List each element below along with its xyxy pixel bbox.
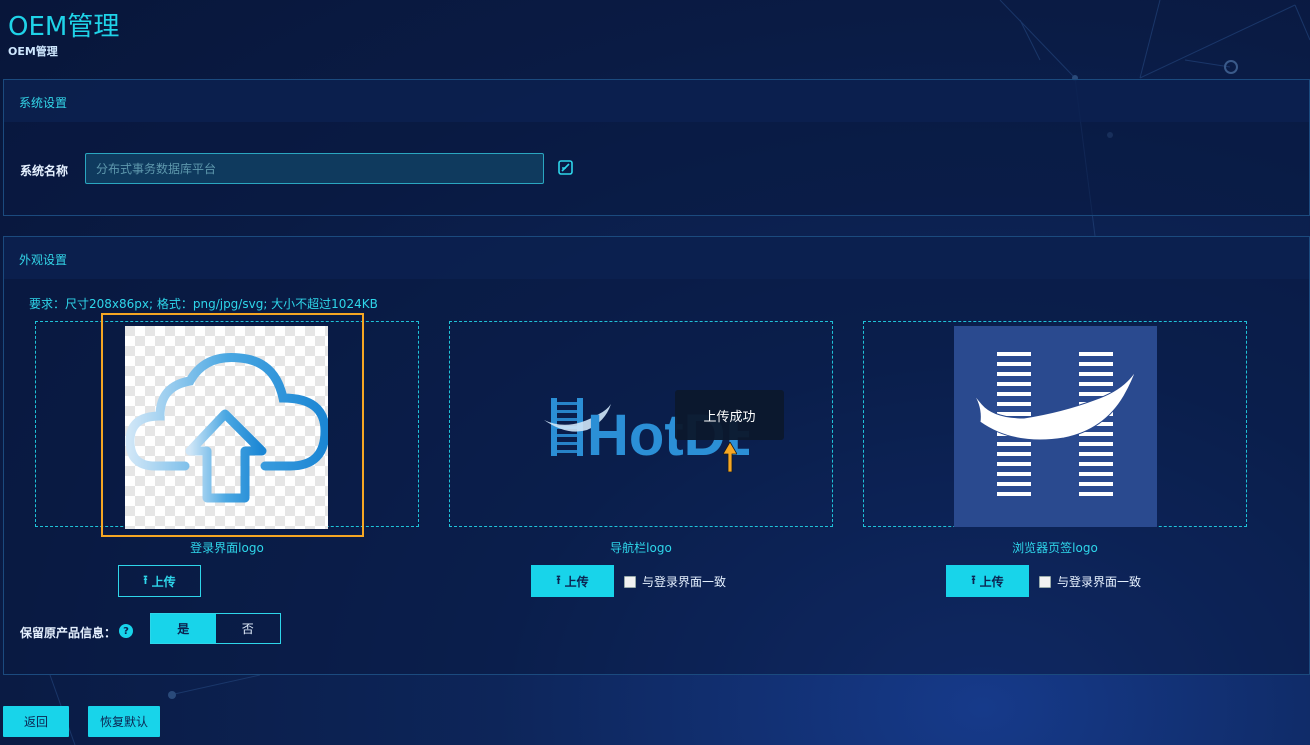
edit-icon[interactable] xyxy=(557,159,575,177)
mouse-cursor-icon xyxy=(723,442,737,472)
system-settings-panel: 系统设置 系统名称 xyxy=(3,79,1310,216)
breadcrumb: OEM管理 xyxy=(8,45,58,58)
keep-info-label: 保留原产品信息： xyxy=(20,626,117,640)
system-name-input[interactable] xyxy=(85,153,544,184)
tab-logo-image xyxy=(954,326,1157,527)
nav-logo-same-as-login[interactable]: 与登录界面一致 xyxy=(624,573,726,590)
upload-success-toast: 上传成功 xyxy=(675,390,784,440)
appearance-settings-panel: 外观设置 要求：尺寸208x86px; 格式：png/jpg/svg; 大小不超… xyxy=(3,236,1310,675)
toggle-yes[interactable]: 是 xyxy=(151,614,216,643)
bg-node xyxy=(168,691,176,699)
system-name-label: 系统名称 xyxy=(20,164,69,178)
upload-icon: ⭱ xyxy=(556,572,561,587)
keep-info-toggle: 是 否 xyxy=(150,613,281,644)
checkbox[interactable] xyxy=(1039,575,1051,588)
panel-header: 系统设置 xyxy=(4,80,1309,122)
toggle-no[interactable]: 否 xyxy=(216,614,281,643)
tab-logo-upload-button[interactable]: ⭱ 上传 xyxy=(946,565,1029,597)
panel-header: 外观设置 xyxy=(4,237,1309,279)
login-logo-image xyxy=(125,326,328,529)
nav-logo-upload-button[interactable]: ⭱ 上传 xyxy=(531,565,614,597)
checkbox[interactable] xyxy=(624,575,636,588)
page-title: OEM管理 xyxy=(8,12,120,42)
upload-requirement: 要求：尺寸208x86px; 格式：png/jpg/svg; 大小不超过1024… xyxy=(29,297,378,311)
help-icon[interactable]: ? xyxy=(119,624,133,638)
tab-logo-caption: 浏览器页签logo xyxy=(1012,541,1098,555)
upload-icon: ⭱ xyxy=(143,572,148,587)
bg-node xyxy=(1224,60,1238,74)
restore-default-button[interactable]: 恢复默认 xyxy=(88,706,160,737)
nav-logo-caption: 导航栏logo xyxy=(610,541,672,555)
upload-icon: ⭱ xyxy=(971,572,976,587)
login-logo-caption: 登录界面logo xyxy=(190,541,264,555)
login-logo-upload-button[interactable]: ⭱ 上传 xyxy=(118,565,201,597)
back-button[interactable]: 返回 xyxy=(3,706,69,737)
tab-logo-same-as-login[interactable]: 与登录界面一致 xyxy=(1039,573,1141,590)
